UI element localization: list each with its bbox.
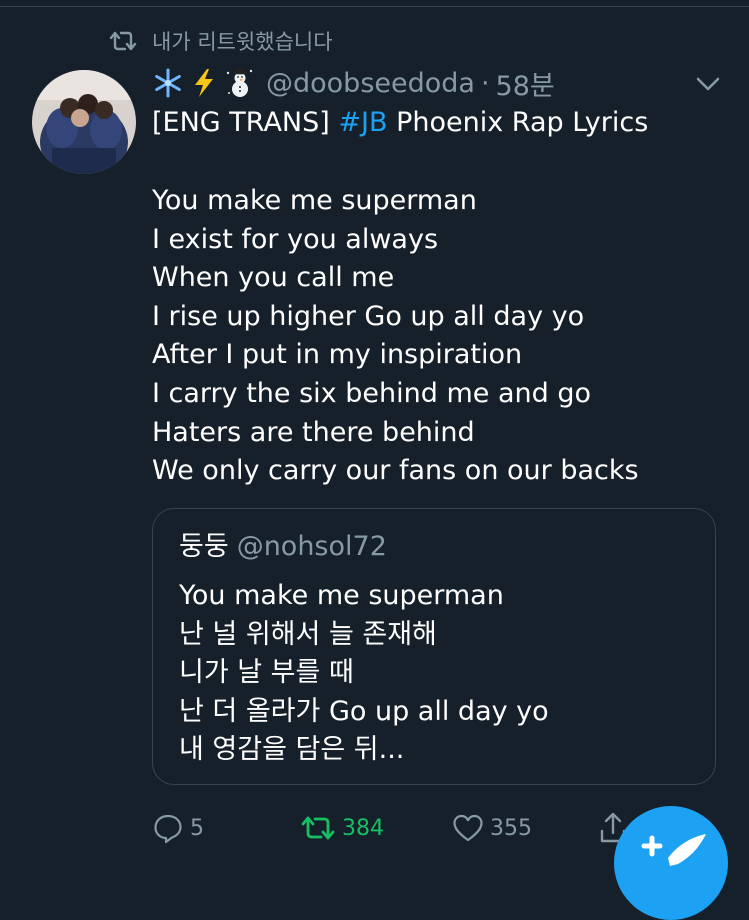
retweet-button[interactable]: 384 — [300, 809, 384, 847]
quoted-tweet-header: 둥둥 @nohsol72 — [179, 529, 387, 565]
compose-tweet-button[interactable] — [614, 806, 728, 920]
reply-count: 5 — [190, 815, 204, 841]
lightning-icon — [195, 69, 213, 97]
quoted-line: 난 더 올라가 Go up all day yo — [179, 695, 549, 727]
author-handle[interactable]: @doobseedoda — [266, 68, 475, 99]
quoted-tweet-card[interactable]: 둥둥 @nohsol72 You make me superman 난 널 위해서… — [152, 508, 716, 785]
tweet-timestamp[interactable]: 58분 — [496, 64, 555, 103]
tweet-body: You make me superman I exist for you alw… — [152, 182, 639, 491]
quoted-line: 니가 날 부를 때 — [179, 657, 354, 689]
reply-icon — [154, 814, 182, 844]
like-button[interactable]: 355 — [452, 809, 532, 847]
compose-icon — [641, 834, 706, 866]
retweet-count: 384 — [342, 815, 384, 841]
top-divider — [0, 6, 749, 7]
tweet-line: I carry the six behind me and go — [152, 377, 591, 409]
tweet-title: [ENG TRANS] #JB Phoenix Rap Lyrics — [152, 104, 648, 142]
quoted-tweet-body: You make me superman 난 널 위해서 늘 존재해 니가 날 … — [179, 577, 549, 770]
tweet-line: Haters are there behind — [152, 416, 475, 448]
reply-button[interactable]: 5 — [152, 809, 204, 847]
tweet-title-prefix: [ENG TRANS] — [152, 107, 339, 138]
hashtag-link[interactable]: #JB — [338, 107, 387, 138]
snowflake-icon — [155, 68, 181, 98]
quoted-line: You make me superman — [179, 580, 504, 611]
tweet-line: We only carry our fans on our backs — [152, 455, 639, 487]
tweet-line: I rise up higher Go up all day yo — [152, 300, 585, 332]
tweet-line: You make me superman — [152, 185, 477, 216]
retweet-icon — [109, 31, 137, 51]
separator-dot: · — [480, 67, 490, 99]
quoted-author-name: 둥둥 — [179, 531, 229, 562]
quoted-line: 난 널 위해서 늘 존재해 — [179, 618, 437, 650]
avatar[interactable] — [32, 70, 136, 174]
tweet-header: @doobseedoda · 58분 — [152, 62, 555, 104]
like-icon — [453, 814, 483, 842]
quoted-author-handle: @nohsol72 — [236, 531, 387, 562]
tweet-title-suffix: Phoenix Rap Lyrics — [387, 107, 649, 138]
chevron-down-icon[interactable] — [694, 70, 722, 98]
tweet-line: When you call me — [152, 262, 395, 294]
quoted-line: 내 영감을 담은 뒤... — [179, 734, 405, 766]
tweet-line: After I put in my inspiration — [152, 339, 523, 371]
retweet-context-label: 내가 리트윗했습니다 — [152, 30, 333, 54]
like-count: 355 — [490, 815, 532, 841]
retweet-context: 내가 리트윗했습니다 — [108, 24, 333, 58]
retweet-icon — [301, 816, 335, 840]
snowman-icon — [226, 69, 253, 97]
tweet-line: I exist for you always — [152, 223, 439, 255]
